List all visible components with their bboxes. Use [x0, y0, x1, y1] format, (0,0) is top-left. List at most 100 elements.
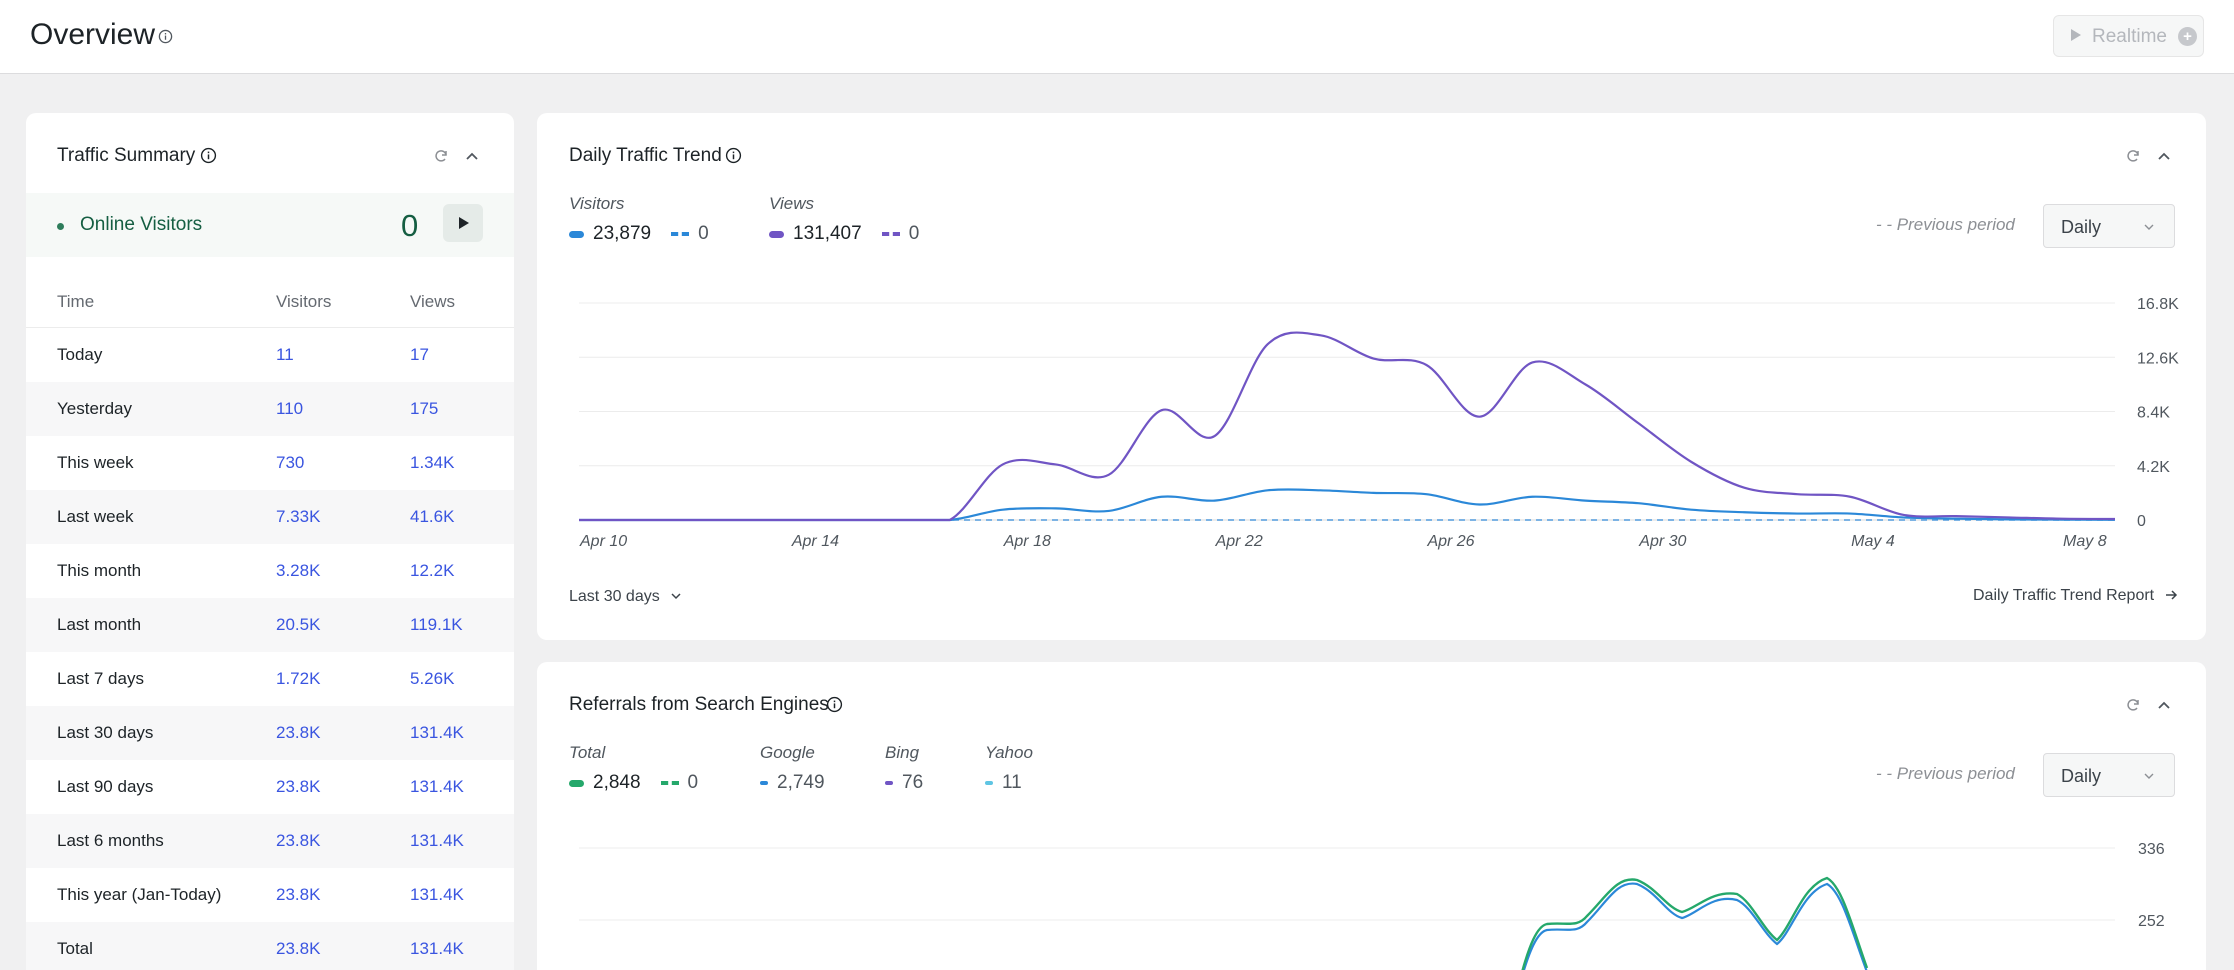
visitors-cell[interactable]: 20.5K — [276, 615, 320, 635]
metric-label: Yahoo — [985, 743, 1033, 762]
refresh-icon[interactable] — [2125, 697, 2141, 713]
table-row: Last 30 days 23.8K 131.4K — [26, 706, 514, 760]
x-tick-label: Apr 22 — [1215, 533, 1263, 550]
views-cell[interactable]: 131.4K — [410, 777, 464, 797]
arrow-right-icon — [2165, 590, 2177, 600]
date-range-select[interactable]: Last 30 days — [569, 588, 682, 606]
table-row: This month 3.28K 12.2K — [26, 544, 514, 598]
column-header: Time — [57, 292, 95, 311]
date-range-label: Last 30 days — [569, 588, 660, 605]
refresh-icon[interactable] — [433, 148, 449, 164]
views-cell[interactable]: 12.2K — [410, 561, 454, 581]
views-cell[interactable]: 5.26K — [410, 669, 454, 689]
views-cell[interactable]: 131.4K — [410, 831, 464, 851]
total-legend-swatch — [569, 779, 584, 787]
visitors-series-line — [579, 488, 2116, 522]
play-icon — [459, 217, 469, 229]
top-bar: Overview Realtime + — [0, 0, 2234, 74]
table-row: Last 6 months 23.8K 131.4K — [26, 814, 514, 868]
metric-label: Views — [769, 194, 815, 213]
search-engine-referrals-card: Referrals from Search Engines Total 2,84… — [537, 662, 2206, 970]
y-tick-label: 8.4K — [2137, 405, 2170, 422]
x-tick-label: Apr 26 — [1426, 533, 1474, 550]
google-legend-swatch — [760, 781, 768, 785]
x-tick-label: Apr 30 — [1638, 533, 1686, 550]
visitors-cell[interactable]: 11 — [276, 345, 294, 365]
plus-icon: + — [2178, 27, 2197, 46]
visitors-cell[interactable]: 23.8K — [276, 723, 320, 743]
time-period-cell: This year (Jan-Today) — [57, 885, 222, 904]
chevron-up-icon[interactable] — [2156, 697, 2172, 713]
views-total: 131,407 — [793, 223, 862, 244]
visitors-cell[interactable]: 730 — [276, 453, 304, 473]
table-row: This week 730 1.34K — [26, 436, 514, 490]
previous-period-swatch — [671, 232, 690, 236]
views-previous-total: 0 — [908, 223, 920, 244]
table-row: Last month 20.5K 119.1K — [26, 598, 514, 652]
visitors-cell[interactable]: 23.8K — [276, 939, 320, 959]
views-cell[interactable]: 17 — [410, 345, 429, 365]
visitors-cell[interactable]: 1.72K — [276, 669, 320, 689]
yahoo-metric: Yahoo 11 — [985, 743, 1033, 794]
visitors-total: 23,879 — [593, 223, 652, 244]
visitors-cell[interactable]: 7.33K — [276, 507, 320, 527]
metric-label: Google — [760, 743, 815, 762]
refresh-icon[interactable] — [2125, 148, 2141, 164]
info-icon[interactable] — [200, 147, 217, 164]
time-period-cell: Today — [57, 345, 103, 364]
table-row: Yesterday 110 175 — [26, 382, 514, 436]
time-period-cell: This month — [57, 561, 142, 580]
time-period-cell: Last 6 months — [57, 831, 164, 850]
time-period-cell: Last 90 days — [57, 777, 154, 796]
previous-period-legend[interactable]: - - Previous period — [1876, 764, 2015, 784]
time-period-cell: Last 7 days — [57, 669, 144, 688]
traffic-summary-card: Traffic Summary Online Visitors 0 Time V… — [26, 113, 514, 970]
realtime-label: Realtime — [2092, 26, 2167, 47]
table-row: Last 90 days 23.8K 131.4K — [26, 760, 514, 814]
table-row: Last 7 days 1.72K 5.26K — [26, 652, 514, 706]
chevron-up-icon[interactable] — [2156, 148, 2172, 164]
info-icon[interactable] — [158, 29, 173, 44]
views-cell[interactable]: 1.34K — [410, 453, 454, 473]
referrals-chart: 336 252 — [579, 841, 2165, 970]
time-period-cell: Last week — [57, 507, 134, 526]
metric-label: Bing — [885, 743, 920, 762]
google-value: 2,749 — [777, 772, 825, 793]
report-link-label: Daily Traffic Trend Report — [1973, 587, 2155, 604]
info-icon[interactable] — [725, 147, 742, 164]
table-header: Time Visitors Views — [26, 274, 514, 328]
time-period-cell: Last month — [57, 615, 142, 634]
daily-traffic-chart: 0 4.2K 8.4K 12.6K 16.8K Apr 10 Apr 14 Apr 18 Apr… — [579, 296, 2179, 550]
visitors-cell[interactable]: 3.28K — [276, 561, 320, 581]
google-metric: Google 2,749 — [760, 743, 825, 794]
views-cell[interactable]: 131.4K — [410, 723, 464, 743]
total-previous-value: 0 — [687, 772, 699, 793]
chevron-up-icon[interactable] — [464, 148, 480, 164]
traffic-summary-table: Time Visitors Views Today 11 17 Yesterday 11… — [26, 274, 514, 970]
views-cell[interactable]: 119.1K — [410, 615, 463, 635]
views-cell[interactable]: 41.6K — [410, 507, 454, 527]
views-cell[interactable]: 175 — [410, 399, 438, 419]
granularity-select[interactable]: Daily — [2043, 204, 2175, 248]
views-cell[interactable]: 131.4K — [410, 885, 464, 905]
table-row: Last week 7.33K 41.6K — [26, 490, 514, 544]
visitors-cell[interactable]: 23.8K — [276, 777, 320, 797]
daily-traffic-report-link[interactable]: Daily Traffic Trend Report — [1973, 587, 2178, 605]
views-cell[interactable]: 131.4K — [410, 939, 464, 959]
previous-period-legend[interactable]: - - Previous period — [1876, 215, 2015, 235]
time-period-cell: Total — [57, 939, 93, 958]
table-row: Total 23.8K 131.4K — [26, 922, 514, 970]
total-referrals-metric: Total 2,848 0 — [569, 743, 698, 794]
visitors-cell[interactable]: 23.8K — [276, 831, 320, 851]
info-icon[interactable] — [826, 696, 843, 713]
x-tick-label: Apr 14 — [791, 533, 839, 550]
online-visitors-play-button[interactable] — [443, 204, 483, 242]
x-tick-label: Apr 10 — [579, 533, 627, 550]
x-tick-label: May 4 — [1851, 533, 1895, 550]
previous-period-swatch — [881, 232, 900, 236]
visitors-cell[interactable]: 110 — [276, 399, 303, 419]
realtime-button[interactable]: Realtime + — [2053, 15, 2204, 57]
bing-legend-swatch — [885, 781, 893, 785]
granularity-select[interactable]: Daily — [2043, 753, 2175, 797]
visitors-cell[interactable]: 23.8K — [276, 885, 320, 905]
